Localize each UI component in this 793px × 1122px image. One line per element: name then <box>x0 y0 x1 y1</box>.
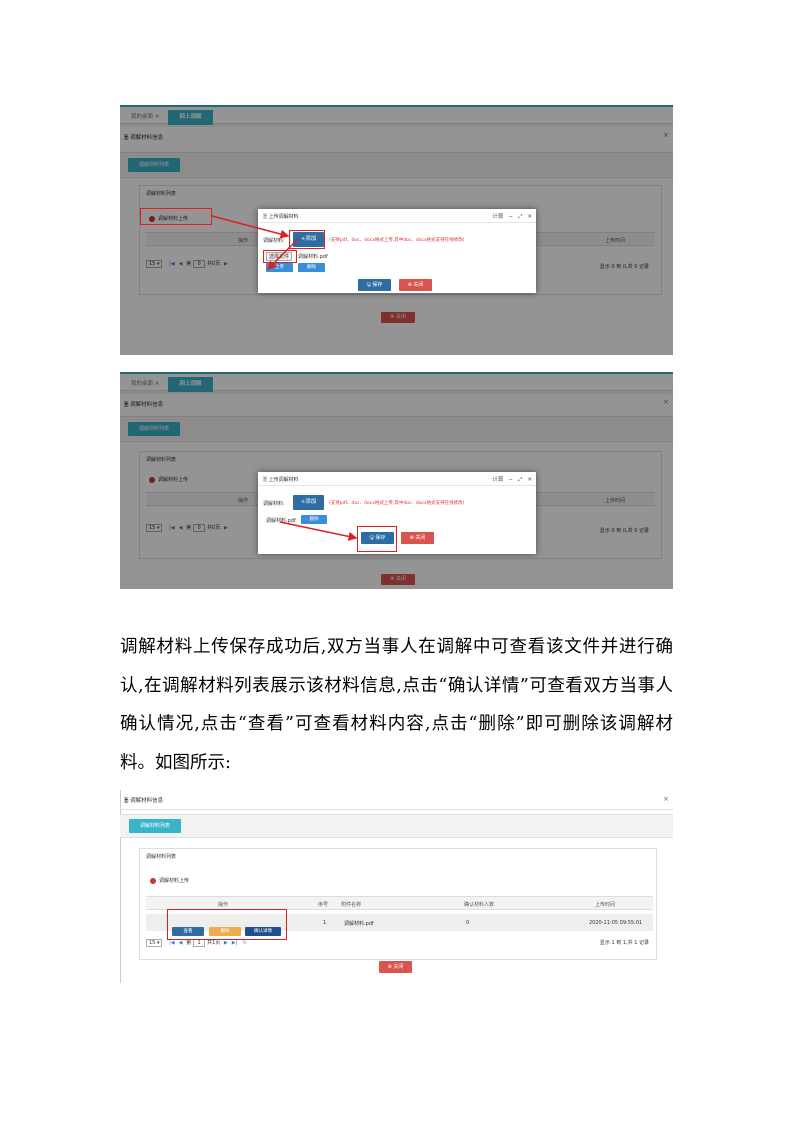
table-header: 操作 序号 附件名称 确认材料人数 上传时间 <box>146 896 653 910</box>
highlight-upload-link <box>140 208 212 225</box>
prev-page-icon[interactable]: ◀ <box>179 940 183 946</box>
highlight-action-buttons <box>167 909 287 940</box>
cell-attachment-name: 调解材料.pdf <box>344 921 374 927</box>
maximize-icon[interactable]: ⤢ <box>518 214 522 220</box>
cell-upload-time: 2020-11-05 09:55:01 <box>589 920 643 926</box>
dialog-close-button[interactable]: ⊗ 关闭 <box>399 279 432 291</box>
save-button[interactable]: 🖫 保存 <box>358 279 391 291</box>
format-note: (支持pdf、doc、docx格式上传,其中doc、docx格式支持在线修改) <box>329 238 465 243</box>
first-page-icon[interactable]: |◀ <box>169 940 175 946</box>
dialog-title: 🗎 上传调解材料 <box>263 477 299 483</box>
dialog-header: 🗎 上传调解材料 计算 − ⤢ ✕ <box>258 209 536 223</box>
cell-seq: 1 <box>323 920 327 926</box>
uploaded-file-name: 调解材料.pdf <box>266 518 296 524</box>
dialog-header: 🗎 上传调解材料 计算 − ⤢ ✕ <box>258 472 536 486</box>
page-size-select[interactable]: 15 ▾ <box>146 939 163 947</box>
screenshot-save-dialog: 我的桌面 ✕ 网上调解 🗎 调解材料信息 × 调解材料列表 调解材料列表 调解材… <box>120 372 673 589</box>
col-seq: 序号 <box>318 902 329 908</box>
upload-file-button[interactable]: 上传 <box>266 263 293 272</box>
screenshot-material-list: 🗎 调解材料信息 × 调解材料列表 调解材料列表 调解材料上传 操作 序号 附件… <box>120 790 673 983</box>
record-info: 显示 1 到 1,共 1 记录 <box>599 940 649 946</box>
calc-icon[interactable]: 计算 <box>492 214 503 220</box>
selected-file-name: 调解材料.pdf <box>298 254 328 260</box>
delete-file-button[interactable]: 删除 <box>301 515 327 524</box>
page-number-input[interactable]: 1 <box>193 939 206 947</box>
dialog-close-button[interactable]: ⊗ 关闭 <box>401 532 434 544</box>
col-confirm-count: 确认材料人数 <box>464 902 495 908</box>
add-material-button[interactable]: +添加 <box>293 495 324 510</box>
maximize-icon[interactable]: ⤢ <box>518 477 522 483</box>
dialog-window-icons: 计算 − ⤢ ✕ <box>487 212 532 221</box>
plus-circle-icon <box>150 877 156 884</box>
upload-dialog: 🗎 上传调解材料 计算 − ⤢ ✕ 调解材料: +添加 (支持pdf、doc、docx… <box>258 209 536 293</box>
close-icon[interactable]: ✕ <box>527 477 532 483</box>
last-page-icon[interactable]: ▶| <box>232 940 238 946</box>
cell-confirm-count: 0 <box>466 920 470 926</box>
panel-header: 🗎 调解材料信息 × <box>120 790 673 810</box>
col-upload-time: 上传时间 <box>595 902 616 908</box>
highlight-add-button <box>289 230 325 249</box>
close-icon[interactable]: ✕ <box>527 214 532 220</box>
col-operation: 操作 <box>218 902 229 908</box>
highlight-choose-file <box>263 250 297 263</box>
material-field-label: 调解材料: <box>263 238 285 244</box>
upload-material-link[interactable]: 调解材料上传 <box>150 877 189 884</box>
panel-toolbar: 调解材料列表 <box>120 814 673 838</box>
panel-close-icon[interactable]: × <box>663 795 669 803</box>
panel-close-button[interactable]: ⊗ 关闭 <box>379 961 412 973</box>
next-page-icon[interactable]: ▶ <box>224 940 228 946</box>
refresh-icon[interactable]: ↻ <box>243 940 247 946</box>
dialog-window-icons: 计算 − ⤢ ✕ <box>487 475 532 484</box>
highlight-save-button <box>357 526 397 552</box>
description-paragraph: 调解材料上传保存成功后,双方当事人在调解中可查看该文件并进行确认,在调解材料列表… <box>120 637 673 773</box>
group-title: 调解材料列表 <box>146 854 177 860</box>
calc-icon[interactable]: 计算 <box>492 477 503 483</box>
delete-file-button[interactable]: 删除 <box>298 263 325 272</box>
col-attachment-name: 附件名称 <box>341 902 362 908</box>
minimize-icon[interactable]: − <box>508 477 513 483</box>
upload-dialog: 🗎 上传调解材料 计算 − ⤢ ✕ 调解材料: +添加 (支持pdf、doc、docx… <box>258 472 536 554</box>
format-note: (支持pdf、doc、docx格式上传,其中doc、docx格式支持在线修改) <box>329 501 465 506</box>
panel-title: 🗎 调解材料信息 <box>124 798 164 804</box>
dialog-title: 🗎 上传调解材料 <box>263 214 299 220</box>
material-field-label: 调解材料: <box>263 501 285 507</box>
screenshot-upload-dialog: 我的桌面 ✕ 网上调解 🗎 调解材料信息 × 调解材料列表 调解材料列表 调解材… <box>120 105 673 355</box>
material-list-button[interactable]: 调解材料列表 <box>129 819 181 833</box>
pagination: 15 ▾ |◀ ◀ 第 1 共1页 ▶ ▶| ↻ <box>146 939 249 947</box>
minimize-icon[interactable]: − <box>508 214 513 220</box>
